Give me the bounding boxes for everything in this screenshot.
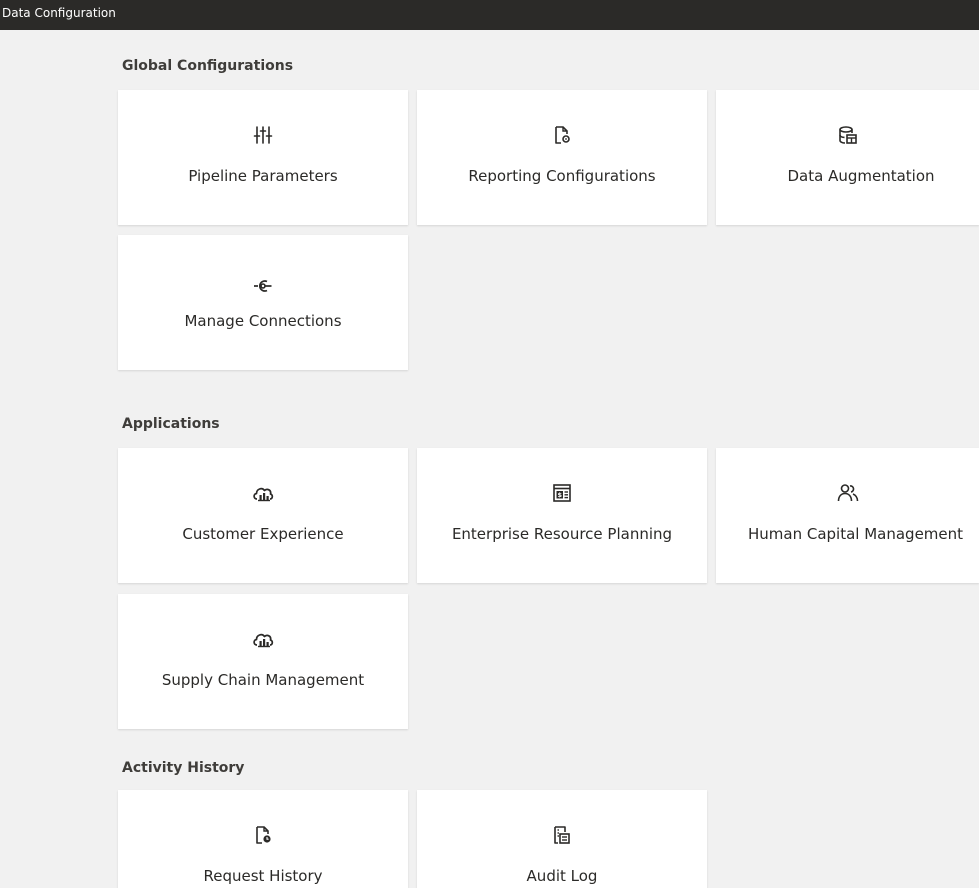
card-label: Pipeline Parameters [188,167,338,185]
card-audit-log[interactable]: Audit Log [417,790,707,888]
card-enterprise-resource-planning[interactable]: $ Enterprise Resource Planning [417,448,707,583]
card-data-augmentation[interactable]: Data Augmentation [716,90,979,225]
card-customer-experience[interactable]: Customer Experience [118,448,408,583]
audit-list-icon [554,826,570,844]
card-reporting-configurations[interactable]: Reporting Configurations [417,90,707,225]
card-label: Human Capital Management [748,525,964,543]
section-title-activity-history: Activity History [122,760,245,776]
card-human-capital-management[interactable]: Human Capital Management [716,448,979,583]
card-label: Audit Log [526,867,598,885]
ledger-dollar-icon: $ [553,484,571,502]
card-supply-chain-management[interactable]: Supply Chain Management [118,594,408,729]
card-label: Reporting Configurations [468,167,656,185]
cloud-chart-icon [253,633,274,648]
document-clock-icon [256,826,271,844]
card-label: Enterprise Resource Planning [451,525,673,543]
people-icon [837,484,858,502]
document-gear-icon [555,126,570,144]
card-request-history[interactable]: Request History [118,790,408,888]
window-title: Data Configuration [2,6,116,20]
card-label: Data Augmentation [787,167,935,185]
card-pipeline-parameters[interactable]: Pipeline Parameters [118,90,408,225]
card-manage-connections[interactable]: Manage Connections [118,235,408,370]
svg-text:$: $ [557,491,562,499]
cloud-chart-icon [253,487,274,502]
section-title-global-configurations: Global Configurations [122,58,294,74]
card-label: Request History [203,867,323,885]
connection-icon [254,280,272,292]
card-label: Supply Chain Management [161,671,365,689]
sliders-icon [253,126,273,144]
section-title-applications: Applications [122,416,220,432]
database-table-icon [838,126,857,144]
card-label: Manage Connections [184,312,342,330]
card-label: Customer Experience [182,525,344,543]
window-titlebar: Data Configuration [0,0,979,30]
